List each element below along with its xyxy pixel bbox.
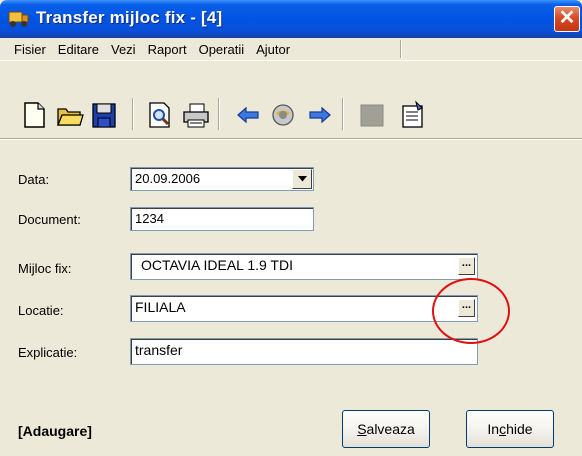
save-button[interactable]: Salveaza [342, 410, 430, 448]
menu-fisier[interactable]: Fisier [8, 42, 52, 57]
truck-app-icon [8, 11, 29, 27]
grey-box-icon[interactable] [358, 100, 386, 130]
search-globe-icon[interactable] [270, 100, 298, 130]
close-icon: ✕ [558, 7, 576, 29]
ellipsis-icon: ... [461, 257, 472, 269]
explicatie-label: Explicatie: [18, 345, 78, 360]
document-field[interactable]: 1234 [130, 207, 314, 231]
menu-vezi[interactable]: Vezi [105, 42, 142, 57]
data-combobox[interactable]: 20.09.2006 [130, 167, 314, 191]
menu-ajutor[interactable]: Ajutor [250, 42, 296, 57]
mijloc-fix-field[interactable]: OCTAVIA IDEAL 1.9 TDI ... [130, 253, 478, 280]
mijloc-fix-label: Mijloc fix: [18, 261, 72, 276]
locatie-value: FILIALA [135, 299, 186, 315]
title-bar: Transfer mijloc fix - [4] ✕ [0, 0, 582, 38]
data-dropdown-button[interactable] [292, 169, 312, 189]
save-button-accelerator: S [357, 421, 367, 437]
mijloc-fix-browse-button[interactable]: ... [458, 257, 475, 275]
explicatie-value: transfer [135, 342, 183, 358]
document-label: Document: [18, 212, 81, 227]
forward-arrow-icon[interactable] [306, 100, 334, 130]
close-button-label-end: hide [506, 421, 533, 437]
menu-separator [400, 40, 402, 58]
back-arrow-icon[interactable] [234, 100, 262, 130]
document-value: 1234 [135, 211, 164, 226]
data-value: 20.09.2006 [135, 171, 201, 186]
menu-raport[interactable]: Raport [142, 42, 193, 57]
menu-operatii[interactable]: Operatii [193, 42, 251, 57]
save-disk-icon[interactable] [90, 100, 118, 130]
toolbar-separator [218, 98, 220, 130]
print-icon[interactable] [182, 100, 210, 130]
menu-editare[interactable]: Editare [52, 42, 105, 57]
save-button-label: alveaza [366, 421, 415, 437]
window-title: Transfer mijloc fix - [4] [36, 8, 223, 27]
toolbar-separator [132, 98, 134, 130]
close-window-button[interactable]: ✕ [554, 6, 580, 32]
print-preview-icon[interactable] [146, 100, 174, 130]
explicatie-field[interactable]: transfer [130, 338, 478, 365]
mode-status: [Adaugare] [18, 423, 92, 439]
menu-bar: Fisier Editare Vezi Raport Operatii Ajut… [0, 38, 582, 60]
highlight-circle [432, 278, 510, 344]
close-button-label-start: In [487, 421, 500, 437]
new-document-icon[interactable] [20, 100, 48, 130]
chevron-down-icon [297, 176, 307, 182]
toolbar-bottom-border [0, 138, 582, 140]
data-label: Data: [18, 172, 50, 187]
locatie-label: Locatie: [18, 303, 64, 318]
mijloc-fix-value: OCTAVIA IDEAL 1.9 TDI [141, 257, 293, 273]
close-button[interactable]: Inchide [466, 410, 554, 448]
locatie-field[interactable]: FILIALA ... [130, 295, 478, 322]
open-folder-icon[interactable] [56, 100, 84, 130]
toolbar-separator [342, 98, 344, 130]
properties-icon[interactable] [398, 100, 426, 130]
